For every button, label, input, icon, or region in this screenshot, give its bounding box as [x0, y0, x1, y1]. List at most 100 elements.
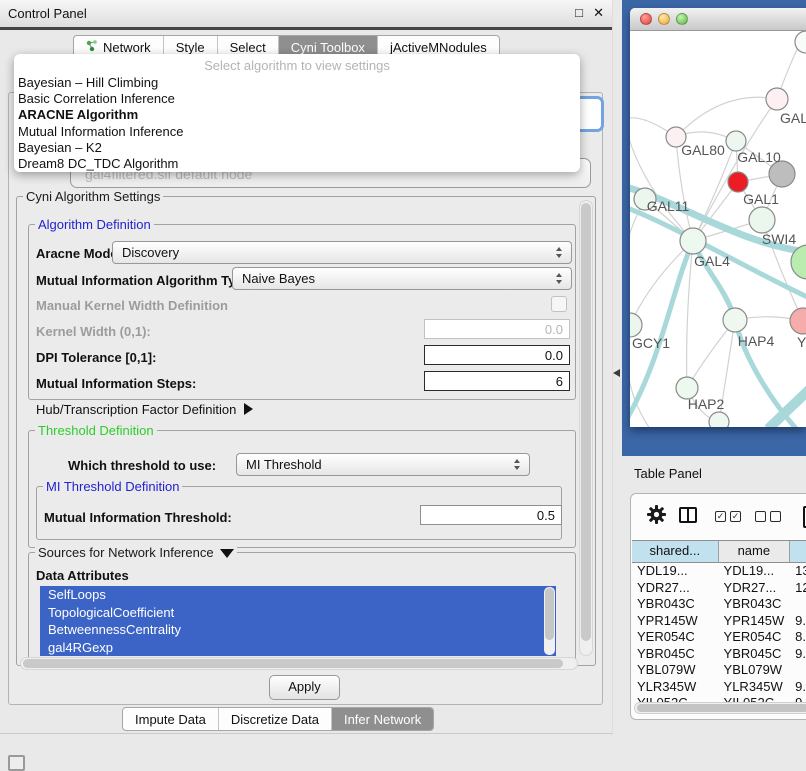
- node-salmon[interactable]: [790, 308, 806, 334]
- mi-threshold-definition-title: MI Threshold Definition: [43, 479, 182, 494]
- mi-steps-field[interactable]: 6: [424, 371, 570, 391]
- settings-horizontal-scrollbar[interactable]: [20, 657, 578, 670]
- panel-splitter[interactable]: [612, 0, 613, 735]
- control-panel-title: Control Panel: [8, 6, 87, 21]
- zoom-traffic-light-icon[interactable]: [676, 13, 688, 25]
- node-gal4[interactable]: [680, 228, 706, 254]
- table-row[interactable]: YBL079WYBL079W: [632, 662, 806, 679]
- minimize-traffic-light-icon[interactable]: [658, 13, 670, 25]
- popup-item-aracne[interactable]: ARACNE Algorithm: [14, 107, 580, 123]
- node-hap4[interactable]: [723, 308, 747, 332]
- list-item[interactable]: TopologicalCoefficient: [40, 604, 556, 622]
- node-gal1[interactable]: [749, 207, 775, 233]
- tab-impute-data[interactable]: Impute Data: [123, 708, 219, 730]
- dpi-tolerance-field[interactable]: 0.0: [424, 345, 570, 365]
- table-row[interactable]: YBR045CYBR045C9.: [632, 646, 806, 663]
- column-header-name[interactable]: name: [719, 541, 791, 562]
- table-panel-titlebar: Table Panel: [622, 456, 806, 490]
- control-panel-titlebar: Control Panel □ ✕: [0, 0, 612, 30]
- list-item[interactable]: SelfLoops: [40, 586, 556, 604]
- table-row[interactable]: YDL19...YDL19...13: [632, 563, 806, 580]
- mi-threshold-label: Mutual Information Threshold:: [44, 510, 232, 525]
- table-row[interactable]: YPR145WYPR145W9.: [632, 613, 806, 630]
- aracne-mode-combo[interactable]: Discovery: [112, 241, 572, 264]
- tab-network-label: Network: [103, 40, 151, 55]
- close-traffic-light-icon[interactable]: [640, 13, 652, 25]
- table-header-row: shared... name: [632, 540, 806, 563]
- node-label: SWI4: [762, 231, 796, 247]
- apply-button[interactable]: Apply: [269, 675, 340, 700]
- expanded-arrow-icon: [220, 549, 234, 558]
- mouse-cursor: [613, 369, 620, 377]
- algorithm-definition-title: Algorithm Definition: [35, 217, 154, 232]
- node-table: shared... name YDL19...YDL19...13 YDR27.…: [632, 540, 806, 712]
- table-row[interactable]: YBR043CYBR043C: [632, 596, 806, 613]
- popup-item-dream8[interactable]: Dream8 DC_TDC Algorithm: [14, 156, 580, 172]
- attributes-list-scrollbar[interactable]: [544, 587, 555, 655]
- node-label: HAP4: [738, 333, 775, 349]
- checked-checkbox-icon[interactable]: ✓: [730, 511, 741, 522]
- table-panel-card: ✓ ✓ shared... name YDL19...YDL19...13 YD…: [630, 493, 806, 720]
- network-view-window[interactable]: GAL GAL80 GAL10 GAL1 GAL11 SWI4 GAL4 GCY…: [630, 8, 806, 427]
- node-partial-bottom[interactable]: [709, 412, 729, 427]
- unchecked-checkbox-icon[interactable]: [770, 511, 781, 522]
- kernel-width-label: Kernel Width (0,1):: [36, 324, 151, 339]
- checked-checkbox-icon[interactable]: ✓: [715, 511, 726, 522]
- manual-kernel-label: Manual Kernel Width Definition: [36, 298, 228, 313]
- dock-corner-icon[interactable]: [8, 755, 25, 771]
- column-header-shared-name[interactable]: shared...: [632, 541, 719, 562]
- popup-item-basic-correlation[interactable]: Basic Correlation Inference: [14, 91, 580, 107]
- algorithm-dropdown-popup: Select algorithm to view settings Bayesi…: [14, 54, 580, 172]
- combo-spinner-icon: [514, 459, 522, 470]
- settings-vertical-scrollbar[interactable]: [579, 200, 593, 656]
- mi-algorithm-type-combo[interactable]: Naive Bayes: [232, 267, 572, 290]
- node-label: GAL1: [743, 191, 779, 207]
- kernel-width-field[interactable]: 0.0: [424, 319, 570, 339]
- node-label: GAL80: [681, 142, 725, 158]
- node-label: GAL4: [694, 253, 730, 269]
- list-item[interactable]: gal4RGexp: [40, 639, 556, 657]
- gear-icon[interactable]: [647, 505, 666, 527]
- sources-group-title[interactable]: Sources for Network Inference: [35, 545, 237, 560]
- which-threshold-combo[interactable]: MI Threshold: [236, 453, 530, 476]
- cyni-bottom-tabs: Impute Data Discretize Data Infer Networ…: [122, 707, 434, 731]
- tab-discretize-data[interactable]: Discretize Data: [219, 708, 332, 730]
- data-attributes-label: Data Attributes: [36, 568, 129, 583]
- popup-item-bayesian-k2[interactable]: Bayesian – K2: [14, 140, 580, 156]
- table-panel-title: Table Panel: [634, 466, 702, 481]
- aracne-mode-label: Aracne Mode:: [36, 246, 122, 261]
- threshold-definition-title: Threshold Definition: [35, 423, 157, 438]
- column-header-partial[interactable]: [790, 541, 806, 562]
- table-row[interactable]: YLR345WYLR345W9.: [632, 679, 806, 696]
- columns-icon[interactable]: [679, 507, 697, 523]
- unchecked-checkbox-icon[interactable]: [755, 511, 766, 522]
- node-label: GAL11: [647, 198, 690, 214]
- popup-item-bayesian-hill-climbing[interactable]: Bayesian – Hill Climbing: [14, 75, 580, 91]
- network-tab-icon: [86, 40, 98, 55]
- table-row[interactable]: YDR27...YDR27...12: [632, 580, 806, 597]
- combo-spinner-icon: [556, 247, 564, 258]
- which-threshold-label: Which threshold to use:: [68, 458, 216, 473]
- list-item[interactable]: BetweennessCentrality: [40, 621, 556, 639]
- combo-spinner-icon: [556, 273, 564, 284]
- mi-threshold-field[interactable]: 0.5: [420, 505, 562, 525]
- dpi-tolerance-label: DPI Tolerance [0,1]:: [36, 350, 156, 365]
- hub-section-toggle[interactable]: Hub/Transcription Factor Definition: [36, 402, 253, 417]
- tab-infer-network[interactable]: Infer Network: [332, 708, 433, 730]
- mi-algorithm-type-label: Mutual Information Algorithm Type:: [36, 273, 255, 288]
- settings-group-title: Cyni Algorithm Settings: [23, 189, 163, 204]
- node-gal10[interactable]: [726, 131, 746, 151]
- node-label: Y: [797, 334, 806, 350]
- float-window-icon[interactable]: □: [575, 5, 583, 20]
- table-row[interactable]: YER054CYER054C8.: [632, 629, 806, 646]
- close-icon[interactable]: ✕: [593, 5, 604, 21]
- collapsed-arrow-icon: [244, 403, 253, 415]
- network-canvas[interactable]: GAL GAL80 GAL10 GAL1 GAL11 SWI4 GAL4 GCY…: [630, 31, 806, 427]
- node-gcy1[interactable]: [630, 313, 642, 337]
- node-gal2[interactable]: [766, 88, 788, 110]
- node-selected-red[interactable]: [728, 172, 748, 192]
- table-horizontal-scrollbar[interactable]: [634, 702, 806, 714]
- manual-kernel-checkbox[interactable]: [551, 296, 567, 312]
- popup-item-mutual-information[interactable]: Mutual Information Inference: [14, 124, 580, 140]
- network-window-titlebar[interactable]: [630, 8, 806, 31]
